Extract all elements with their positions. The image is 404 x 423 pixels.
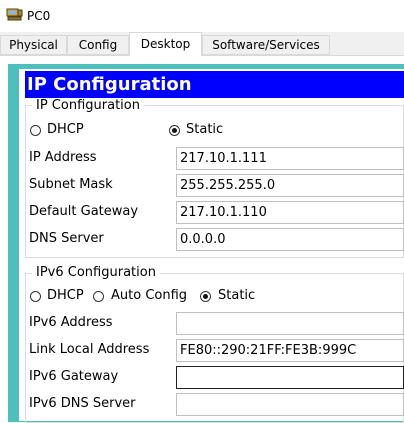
ipv4-dhcp-label[interactable]: DHCP bbox=[47, 122, 84, 137]
ip-address-field[interactable]: 217.10.1.111 bbox=[176, 147, 404, 170]
tab-software-services[interactable]: Software/Services bbox=[202, 35, 330, 55]
dns-server-field[interactable]: 0.0.0.0 bbox=[176, 228, 404, 251]
ipv4-static-radio[interactable] bbox=[169, 125, 180, 136]
ipv6-auto-config-label[interactable]: Auto Config bbox=[111, 288, 187, 303]
ipv6-dns-server-label: IPv6 DNS Server bbox=[29, 396, 136, 411]
default-gateway-field[interactable]: 217.10.1.110 bbox=[176, 201, 404, 224]
tab-strip: Physical Config Desktop Software/Service… bbox=[0, 32, 404, 56]
ipv4-legend: IP Configuration bbox=[32, 98, 144, 113]
link-local-address-label: Link Local Address bbox=[29, 342, 150, 357]
dns-server-label: DNS Server bbox=[29, 231, 104, 246]
ipv6-gateway-label: IPv6 Gateway bbox=[29, 369, 119, 384]
ipv6-dhcp-label[interactable]: DHCP bbox=[47, 288, 84, 303]
title-bar: PC0 bbox=[0, 0, 404, 32]
tab-config[interactable]: Config bbox=[67, 35, 129, 55]
page-title: IP Configuration bbox=[25, 71, 404, 98]
ipv4-static-label[interactable]: Static bbox=[186, 122, 223, 137]
default-gateway-label: Default Gateway bbox=[29, 204, 139, 219]
window-title: PC0 bbox=[27, 9, 51, 23]
pc-icon bbox=[6, 8, 23, 22]
tab-physical[interactable]: Physical bbox=[0, 35, 67, 55]
ipv6-gateway-field[interactable] bbox=[176, 366, 404, 389]
ipv6-auto-config-radio[interactable] bbox=[93, 291, 104, 302]
ipv6-address-field[interactable] bbox=[176, 312, 404, 335]
ipv6-address-label: IPv6 Address bbox=[29, 315, 113, 330]
ipv4-dhcp-radio[interactable] bbox=[30, 125, 41, 136]
link-local-address-field[interactable]: FE80::290:21FF:FE3B:999C bbox=[176, 339, 404, 362]
ipv6-legend: IPv6 Configuration bbox=[32, 265, 160, 280]
ipv6-dhcp-radio[interactable] bbox=[30, 291, 41, 302]
tab-desktop[interactable]: Desktop bbox=[129, 32, 202, 56]
subnet-mask-label: Subnet Mask bbox=[29, 177, 113, 192]
ip-address-label: IP Address bbox=[29, 150, 97, 165]
ipv6-static-radio[interactable] bbox=[200, 291, 211, 302]
ipv6-static-label[interactable]: Static bbox=[218, 288, 255, 303]
subnet-mask-field[interactable]: 255.255.255.0 bbox=[176, 174, 404, 197]
ipv6-dns-server-field[interactable] bbox=[176, 393, 404, 416]
